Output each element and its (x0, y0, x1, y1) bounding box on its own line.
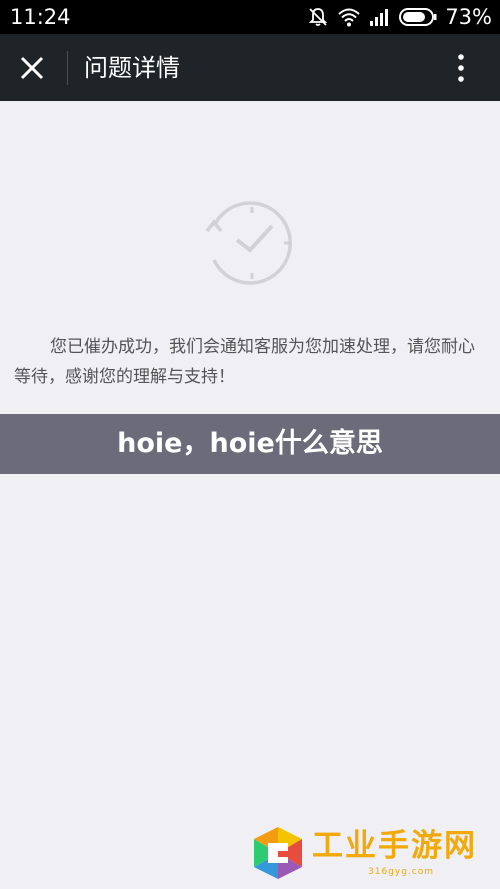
question-banner: hoie，hoie什么意思 (0, 414, 500, 474)
status-time: 11:24 (10, 5, 71, 29)
battery-icon (399, 8, 437, 26)
status-bar: 11:24 73% (0, 0, 500, 34)
more-options-button[interactable] (444, 52, 478, 86)
more-vert-icon (458, 54, 464, 82)
urge-success-message: 您已催办成功，我们会通知客服为您加速处理，请您耐心等待，感谢您的理解与支持！ (14, 337, 475, 387)
close-icon (20, 56, 44, 80)
signal-icon (370, 9, 389, 26)
watermark: 工业手游网 316gyg.com (250, 822, 494, 884)
watermark-url: 316gyg.com (368, 867, 435, 877)
battery-percent: 73% (445, 5, 492, 29)
status-icons: 73% (307, 5, 492, 29)
wifi-icon (338, 8, 360, 27)
title-divider (67, 51, 68, 85)
page-title: 问题详情 (84, 54, 180, 82)
banner-text: hoie，hoie什么意思 (117, 428, 383, 459)
watermark-text: 工业手游网 (312, 828, 477, 864)
close-button[interactable] (14, 50, 50, 86)
watermark-logo-icon (254, 827, 302, 879)
mute-icon (309, 8, 328, 26)
clock-refresh-icon (205, 201, 292, 285)
title-bar: 问题详情 (0, 34, 500, 101)
